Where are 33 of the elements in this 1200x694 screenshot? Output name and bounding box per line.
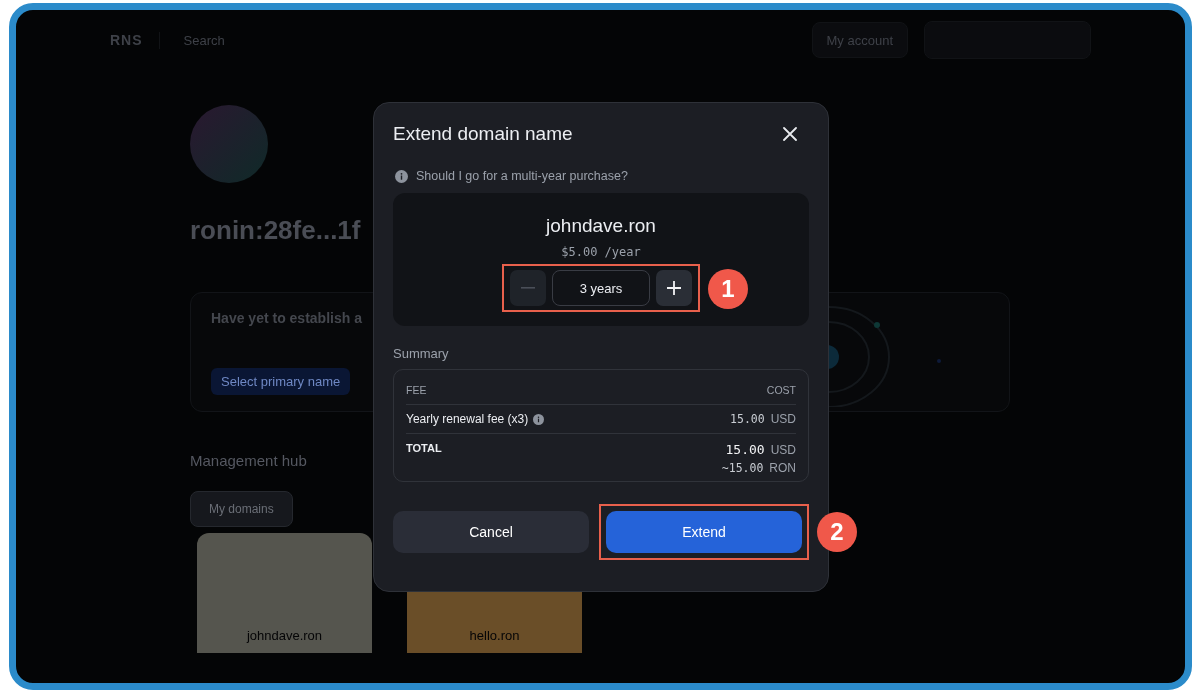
total-label: TOTAL <box>406 442 442 454</box>
column-header: FEE <box>406 384 427 396</box>
step-badge: 2 <box>817 512 857 552</box>
currency-label: USD <box>770 412 796 426</box>
extend-button[interactable]: Extend <box>606 511 802 553</box>
step-badge: 1 <box>708 269 748 309</box>
column-header: COST <box>766 384 796 396</box>
tab[interactable]: My domains <box>190 491 293 527</box>
search-field[interactable]: Search <box>158 31 326 49</box>
fee-label: Yearly renewal fee (x3) <box>406 412 529 426</box>
fee-amount: 15.00 <box>730 412 765 426</box>
domain-card[interactable]: johndave.ron <box>197 533 372 653</box>
summary-title: Summary <box>393 346 450 361</box>
cancel-button[interactable]: Cancel <box>393 511 589 553</box>
total-amount: 15.00 <box>725 442 765 457</box>
increase-button[interactable] <box>656 270 692 306</box>
info-icon <box>395 169 408 183</box>
domain-name: johndave.ron <box>546 215 656 237</box>
currency-label: RON <box>769 461 796 475</box>
select-primary-button[interactable]: Select primary name <box>211 367 351 395</box>
price-text: $5.00 /year <box>561 245 641 259</box>
total-amount-ron: ~15.00 <box>721 461 764 475</box>
dialog-title: Extend domain name <box>393 123 573 145</box>
close-icon[interactable] <box>783 127 797 141</box>
hint-text[interactable]: Should I go for a multi-year purchase? <box>416 169 628 183</box>
card-title: Have yet to establish a <box>211 309 362 326</box>
info-icon[interactable] <box>533 413 545 425</box>
section-title: Management hub <box>190 452 307 469</box>
minus-icon <box>521 287 535 289</box>
currency-label: USD <box>770 443 796 457</box>
profile-title: ronin:28fe...1f <box>190 215 361 246</box>
duration-field[interactable]: 3 years <box>552 270 650 306</box>
plus-icon <box>667 281 681 295</box>
